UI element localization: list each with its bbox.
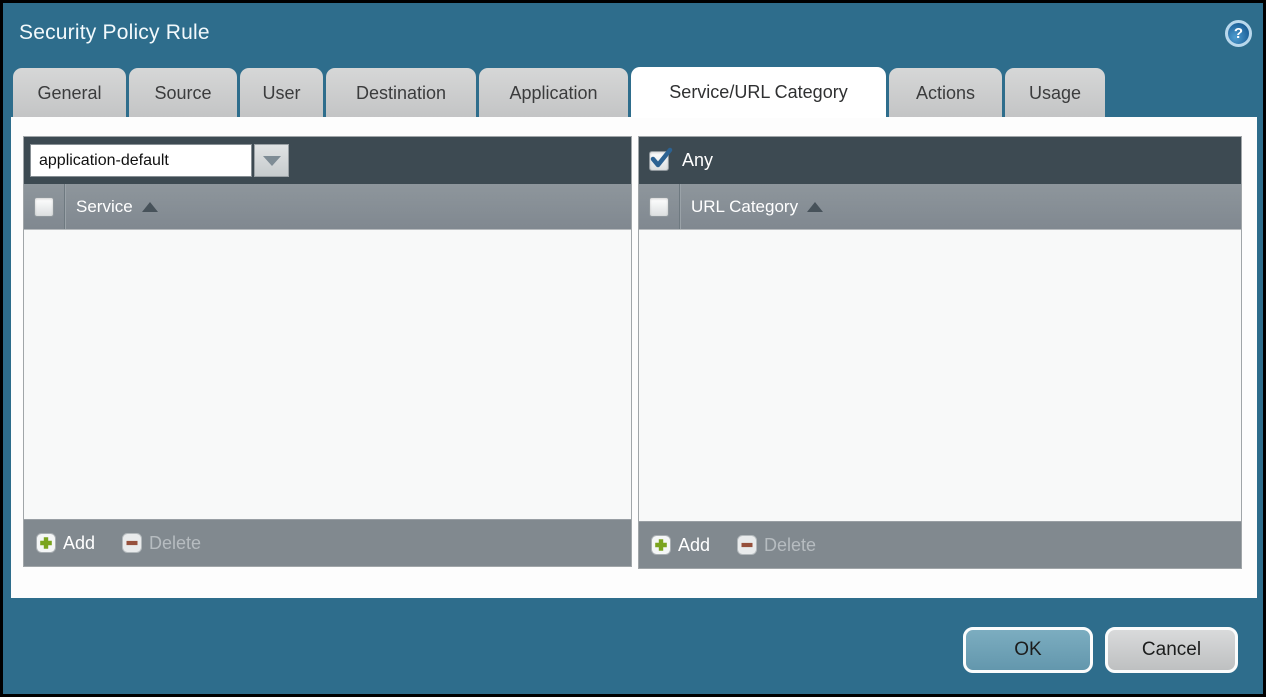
- service-dropdown-input[interactable]: [30, 144, 252, 177]
- service-column-label: Service: [76, 197, 133, 217]
- any-checkbox-label: Any: [682, 150, 713, 171]
- url-category-panel: Any URL Category: [638, 136, 1242, 569]
- cancel-button[interactable]: Cancel: [1105, 627, 1238, 673]
- chevron-down-icon: [263, 156, 281, 166]
- url-select-all-checkbox[interactable]: [649, 197, 669, 217]
- url-panel-header: Any: [639, 137, 1241, 184]
- service-delete-button[interactable]: Delete: [122, 533, 201, 554]
- help-icon[interactable]: ?: [1225, 20, 1252, 47]
- service-panel-header: [24, 137, 631, 184]
- tab-usage[interactable]: Usage: [1005, 68, 1105, 118]
- url-column-header-row: URL Category: [639, 184, 1241, 230]
- url-panel-footer: Add Delete: [639, 521, 1241, 568]
- url-delete-button[interactable]: Delete: [737, 535, 816, 556]
- sort-ascending-icon[interactable]: [807, 202, 823, 212]
- dialog-title: Security Policy Rule: [19, 21, 210, 45]
- service-dropdown-button[interactable]: [254, 144, 289, 177]
- security-policy-rule-dialog: Security Policy Rule ? General Source Us…: [0, 0, 1266, 697]
- checkmark-icon: [650, 148, 674, 172]
- service-select-all-cell: [24, 184, 65, 229]
- tab-application[interactable]: Application: [479, 68, 628, 118]
- sort-ascending-icon[interactable]: [142, 202, 158, 212]
- service-panel-footer: Add Delete: [24, 519, 631, 566]
- tab-user[interactable]: User: [240, 68, 323, 118]
- minus-icon: [737, 535, 757, 555]
- tab-content: Service Add Dele: [11, 117, 1257, 598]
- service-add-button[interactable]: Add: [36, 533, 95, 554]
- tab-bar: General Source User Destination Applicat…: [13, 68, 1105, 118]
- url-add-button[interactable]: Add: [651, 535, 710, 556]
- tab-service-url-category[interactable]: Service/URL Category: [631, 67, 886, 118]
- ok-button[interactable]: OK: [963, 627, 1093, 673]
- service-column-header-row: Service: [24, 184, 631, 230]
- plus-icon: [36, 533, 56, 553]
- plus-icon: [651, 535, 671, 555]
- title-bar: Security Policy Rule ?: [19, 17, 1252, 49]
- service-list-body[interactable]: [24, 230, 631, 519]
- service-select-all-checkbox[interactable]: [34, 197, 54, 217]
- dialog-actions: OK Cancel: [963, 627, 1238, 673]
- minus-icon: [122, 533, 142, 553]
- url-category-column-label: URL Category: [691, 197, 798, 217]
- tab-destination[interactable]: Destination: [326, 68, 476, 118]
- tab-source[interactable]: Source: [129, 68, 237, 118]
- any-checkbox[interactable]: [649, 151, 669, 171]
- url-category-list-body[interactable]: [639, 230, 1241, 521]
- url-select-all-cell: [639, 184, 680, 229]
- tab-actions[interactable]: Actions: [889, 68, 1002, 118]
- tab-general[interactable]: General: [13, 68, 126, 118]
- service-panel: Service Add Dele: [23, 136, 632, 567]
